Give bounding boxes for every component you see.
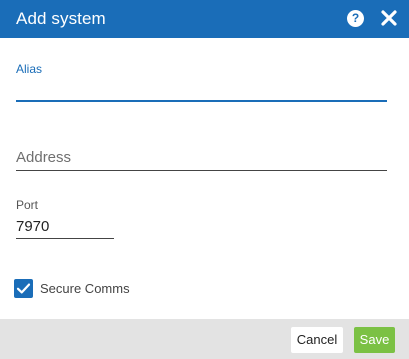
dialog-title: Add system (16, 9, 106, 28)
secure-comms-row[interactable]: Secure Comms (14, 278, 214, 300)
checkmark-icon (16, 283, 31, 294)
save-button[interactable]: Save (354, 327, 395, 353)
port-label: Port (16, 198, 39, 212)
dialog-titlebar: Add system ? (0, 0, 409, 38)
port-field: Port (16, 194, 114, 242)
port-input[interactable] (16, 216, 114, 236)
secure-comms-label: Secure Comms (40, 281, 130, 296)
close-icon[interactable] (380, 8, 398, 28)
port-underline (16, 238, 114, 239)
alias-label: Alias (16, 62, 43, 76)
help-icon[interactable]: ? (347, 10, 364, 27)
cancel-button[interactable]: Cancel (291, 327, 343, 353)
address-underline (16, 170, 387, 171)
alias-underline (16, 100, 387, 102)
address-field (16, 140, 387, 174)
address-input[interactable] (16, 146, 387, 168)
add-system-dialog: Add system ? Alias Port Secure Comms Can… (0, 0, 409, 359)
alias-input[interactable] (16, 78, 387, 100)
alias-field: Alias (16, 58, 387, 104)
dialog-footer: Cancel Save (0, 319, 409, 359)
secure-comms-checkbox[interactable] (14, 279, 33, 298)
